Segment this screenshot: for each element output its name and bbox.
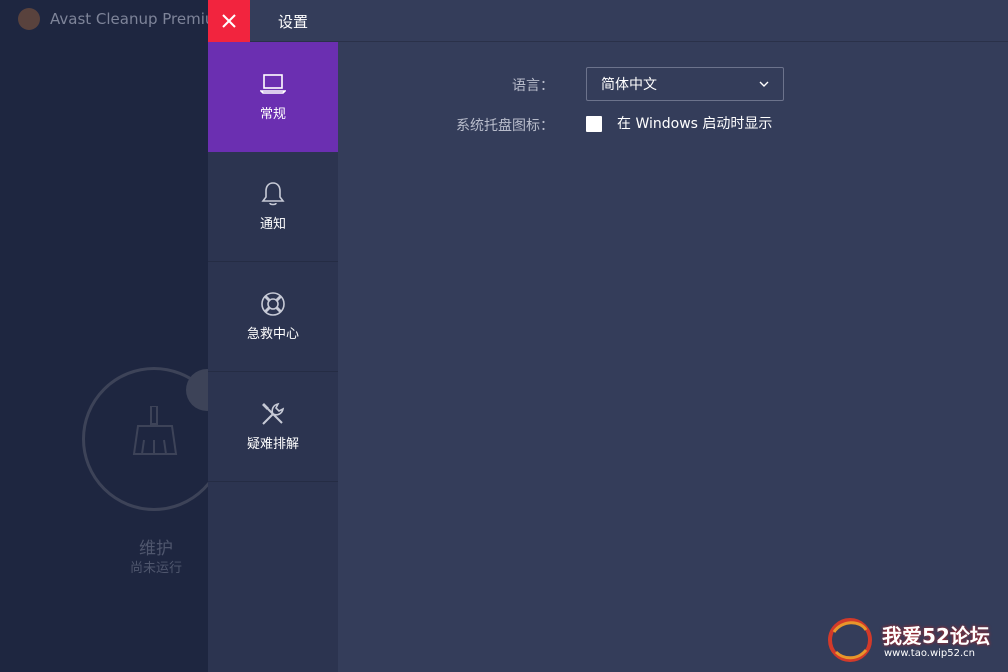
bell-icon [260, 181, 286, 207]
lifebuoy-icon [260, 291, 286, 317]
sidebar-item-general[interactable]: 常规 [208, 42, 338, 152]
settings-panel: 设置 常规 通知 急救中心 疑难排解 语言： 简体中文 系统托盘图标： 在 Wi… [208, 0, 1008, 672]
sidebar-item-rescue-center[interactable]: 急救中心 [208, 262, 338, 372]
settings-sidebar: 常规 通知 急救中心 疑难排解 [208, 42, 338, 672]
close-button[interactable] [208, 0, 250, 42]
settings-content: 语言： 简体中文 系统托盘图标： 在 Windows 启动时显示 [338, 42, 1008, 672]
tray-icon-checkbox-label[interactable]: 在 Windows 启动时显示 [617, 113, 772, 133]
forum-logo-icon [828, 618, 872, 662]
background-app-title-text: Avast Cleanup Premium [50, 10, 230, 28]
sidebar-item-troubleshooting[interactable]: 疑难排解 [208, 372, 338, 482]
tray-icon-checkbox[interactable] [586, 116, 602, 132]
avast-logo-icon [18, 8, 40, 30]
language-label: 语言： [512, 78, 554, 94]
settings-header: 设置 [208, 0, 1008, 42]
language-select[interactable]: 简体中文 [586, 67, 784, 101]
language-select-value: 简体中文 [601, 77, 657, 93]
chevron-down-icon [759, 81, 769, 87]
broom-icon [132, 406, 178, 455]
background-app-title: Avast Cleanup Premium [18, 8, 229, 30]
watermark-text: 我爱52论坛 [882, 624, 990, 648]
sidebar-item-label: 急救中心 [246, 327, 299, 342]
page-title: 设置 [278, 13, 309, 31]
close-icon [222, 14, 236, 28]
tray-icon-label: 系统托盘图标： [456, 118, 554, 134]
sidebar-item-label: 常规 [259, 107, 286, 122]
watermark-url: www.tao.wip52.cn [884, 648, 976, 659]
sidebar-item-label: 通知 [259, 217, 286, 232]
tools-icon [260, 401, 286, 427]
laptop-icon [260, 71, 286, 97]
sidebar-item-label: 疑难排解 [246, 437, 299, 452]
forum-watermark: 我爱52论坛 www.tao.wip52.cn [822, 612, 1008, 672]
sidebar-item-notifications[interactable]: 通知 [208, 152, 338, 262]
